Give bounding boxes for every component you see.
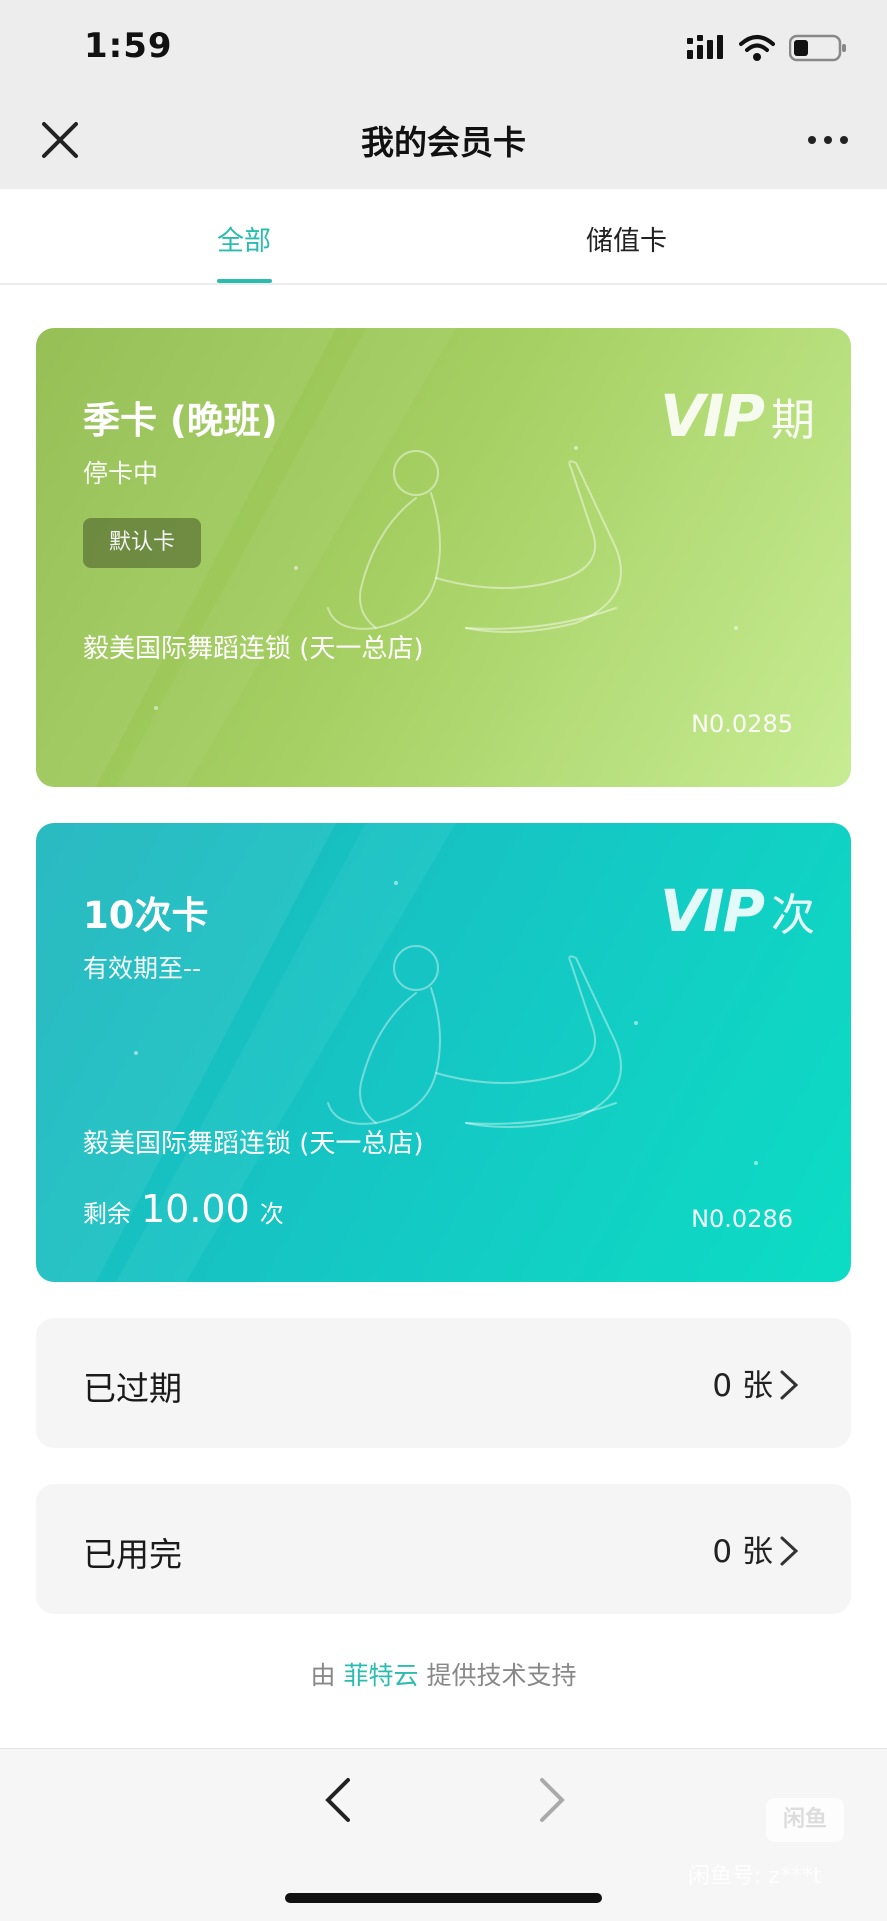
vip-word: VIP [660, 877, 765, 945]
row-label: 已用完 [83, 1535, 182, 1574]
card-number: N0.0285 [691, 710, 793, 738]
watermark-logo: 闲鱼 [766, 1798, 844, 1842]
support-prefix: 由 [310, 1661, 336, 1690]
remaining-count: 剩余 10.00 次 [83, 1187, 284, 1231]
row-count: 0 张 [712, 1534, 773, 1570]
card-store: 毅美国际舞蹈连锁 (天一总店) [83, 1129, 424, 1159]
vip-logo: VIP 次 [660, 877, 815, 945]
status-time: 1:59 [84, 26, 173, 66]
card-store: 毅美国际舞蹈连锁 (天一总店) [83, 634, 424, 664]
tech-support-text: 由 菲特云 提供技术支持 [0, 1656, 887, 1692]
vip-word: VIP [660, 382, 765, 450]
tab-bar: 全部 储值卡 [0, 189, 887, 285]
signal-icon [687, 35, 723, 59]
card-name: 10次卡 [83, 894, 209, 937]
remain-suffix: 次 [259, 1200, 284, 1228]
chevron-right-icon [780, 1536, 799, 1566]
back-arrow-icon[interactable] [318, 1772, 358, 1828]
card-validity: 有效期至-- [83, 954, 202, 983]
default-card-badge: 默认卡 [83, 518, 201, 568]
remain-value: 10.00 [141, 1187, 250, 1231]
tab-indicator [217, 279, 272, 283]
home-indicator[interactable] [285, 1893, 602, 1903]
more-icon[interactable] [803, 120, 853, 160]
battery-icon [789, 34, 846, 62]
member-card-season[interactable]: 季卡 (晚班) 停卡中 默认卡 VIP 期 毅美国际舞蹈连锁 (天一总店) N0… [36, 328, 851, 787]
row-label: 已过期 [83, 1369, 182, 1408]
yoga-figure-icon [327, 450, 622, 633]
tab-all[interactable]: 全部 [217, 219, 271, 258]
used-up-cards-row[interactable]: 已用完 0 张 [36, 1484, 851, 1614]
card-status: 停卡中 [83, 459, 159, 488]
vip-kind: 次 [771, 890, 815, 941]
vip-logo: VIP 期 [660, 382, 815, 450]
member-card-count[interactable]: 10次卡 有效期至-- VIP 次 毅美国际舞蹈连锁 (天一总店) 剩余 10.… [36, 823, 851, 1282]
wifi-icon [739, 35, 775, 61]
watermark-text: 闲鱼号: z***t [688, 1864, 822, 1889]
support-suffix: 提供技术支持 [426, 1661, 577, 1690]
chevron-right-icon [780, 1370, 799, 1400]
yoga-figure-icon [327, 945, 622, 1128]
expired-cards-row[interactable]: 已过期 0 张 [36, 1318, 851, 1448]
page-title: 我的会员卡 [361, 123, 526, 162]
card-name: 季卡 (晚班) [83, 399, 278, 442]
support-brand-link[interactable]: 菲特云 [343, 1661, 418, 1690]
forward-arrow-icon[interactable] [532, 1772, 572, 1828]
tab-stored-value[interactable]: 储值卡 [586, 219, 667, 258]
status-icons [687, 30, 847, 66]
vip-kind: 期 [771, 395, 815, 446]
card-number: N0.0286 [691, 1205, 793, 1233]
row-count: 0 张 [712, 1368, 773, 1404]
remain-prefix: 剩余 [83, 1200, 131, 1228]
